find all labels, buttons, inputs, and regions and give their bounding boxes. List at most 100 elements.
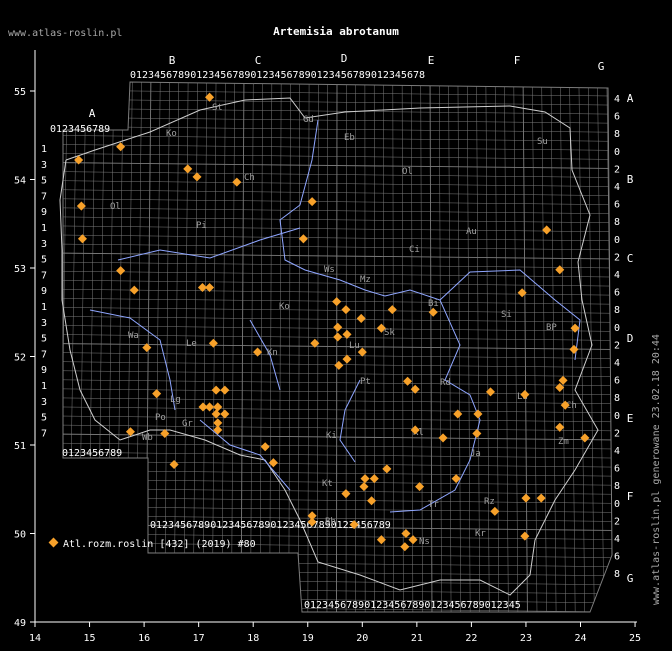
region-code: BP — [546, 323, 557, 333]
grid-vline — [68, 82, 77, 612]
region-code: Pi — [196, 221, 207, 231]
left-row-digit: 7 — [41, 428, 47, 439]
region-code: Kn — [267, 348, 278, 358]
occurrence-marker — [152, 389, 162, 399]
left-row-digit: 3 — [41, 160, 47, 171]
grid-hline — [63, 379, 612, 386]
grid-hline — [63, 479, 612, 486]
grid-vline — [269, 82, 273, 612]
region-code: Si — [501, 310, 512, 320]
left-row-digit: 5 — [41, 255, 47, 266]
region-code: Po — [155, 413, 166, 423]
occurrence-marker — [232, 177, 242, 187]
generated-label: www.atlas-roslin.pl generowane 23.02.18 … — [651, 334, 662, 605]
grid-hline — [63, 234, 612, 242]
legend-marker-icon — [48, 537, 59, 548]
row-letter: B — [627, 173, 634, 186]
occurrence-marker — [341, 305, 351, 315]
right-row-digit: 8 — [614, 481, 620, 492]
right-row-digit: 4 — [614, 534, 620, 545]
y-tick-label: 55 — [14, 87, 26, 98]
occurrence-marker — [220, 409, 230, 419]
grid-vline — [559, 82, 566, 612]
occurrence-marker — [205, 402, 215, 412]
bottom-digit-row: 012345678901234567890123456789012345 — [304, 600, 521, 611]
occurrence-marker — [517, 288, 527, 298]
grid-hline — [63, 415, 612, 423]
right-row-digit: 8 — [614, 305, 620, 316]
x-tick-label: 24 — [574, 633, 586, 644]
left-row-digit: 5 — [41, 334, 47, 345]
occurrence-marker — [77, 234, 87, 244]
right-row-digit: 0 — [614, 235, 620, 246]
x-tick-label: 25 — [629, 633, 641, 644]
occurrence-marker — [116, 142, 126, 152]
grid-hline — [63, 388, 612, 395]
region-code: Le — [186, 339, 197, 349]
x-tick-label: 15 — [84, 633, 96, 644]
grid-hline — [63, 460, 612, 468]
region-code: Rz — [484, 497, 495, 507]
grid-hline — [63, 98, 612, 106]
grid-vline — [336, 82, 338, 612]
grid-hline — [63, 117, 612, 124]
occurrence-marker — [428, 307, 438, 317]
region-code: Wb — [142, 433, 153, 443]
x-tick-label: 14 — [29, 633, 41, 644]
grid-hline — [63, 551, 612, 558]
region-code: Gd — [303, 115, 314, 125]
occurrence-marker — [211, 385, 221, 395]
row-letter: F — [627, 490, 634, 503]
grid-vline — [78, 82, 87, 612]
region-code: Rd — [440, 378, 451, 388]
right-row-digit: 2 — [614, 428, 620, 439]
occurrence-marker — [116, 266, 126, 276]
legend-label: Atl.rozm.roslin [432] (2019) #80 — [63, 539, 256, 550]
occurrence-marker — [76, 201, 86, 211]
grid-vline — [466, 82, 471, 612]
occurrence-marker — [520, 531, 530, 541]
column-letter: B — [169, 54, 176, 67]
right-row-digit: 8 — [614, 129, 620, 140]
left-row-digit: 7 — [41, 191, 47, 202]
occurrence-marker — [213, 402, 223, 412]
grid-vline — [298, 82, 301, 612]
grid-hline — [63, 587, 612, 595]
occurrence-marker — [342, 354, 352, 364]
grid-hline — [63, 207, 612, 214]
map-title: Artemisia abrotanum — [273, 25, 399, 38]
left-row-digit: 7 — [41, 349, 47, 360]
right-row-digit: 2 — [614, 252, 620, 263]
occurrence-marker — [403, 376, 413, 386]
occurrence-marker — [359, 482, 369, 492]
right-row-digit: 0 — [614, 147, 620, 158]
grid-vline — [288, 82, 291, 612]
river-line — [279, 119, 481, 513]
legend: Atl.rozm.roslin [432] (2019) #80 — [48, 537, 256, 550]
occurrence-marker — [382, 464, 392, 474]
grid-vline — [578, 82, 586, 612]
right-row-digit: 8 — [614, 569, 620, 580]
x-tick-label: 20 — [356, 633, 368, 644]
region-code: Wa — [128, 331, 139, 341]
occurrence-marker — [334, 360, 344, 370]
grid-hline — [50, 615, 620, 621]
left-row-digit: 1 — [41, 302, 47, 313]
grid-hline — [63, 162, 612, 169]
grid-hline — [63, 397, 612, 405]
grid-hline — [63, 171, 612, 178]
grid-vline — [116, 82, 124, 612]
y-tick-label: 50 — [14, 530, 26, 541]
region-code: Zm — [558, 437, 569, 447]
grid-vline — [513, 82, 519, 612]
y-tick-label: 49 — [14, 618, 26, 629]
region-code: Ol — [402, 167, 413, 177]
region-code: Ja — [470, 449, 481, 459]
region-code: Ns — [419, 537, 430, 547]
grid-hline — [63, 216, 612, 224]
left-row-digit: 5 — [41, 176, 47, 187]
left-row-digit: 3 — [41, 397, 47, 408]
occurrence-marker — [356, 313, 366, 323]
grid-hline — [63, 497, 612, 504]
occurrence-marker — [376, 535, 386, 545]
